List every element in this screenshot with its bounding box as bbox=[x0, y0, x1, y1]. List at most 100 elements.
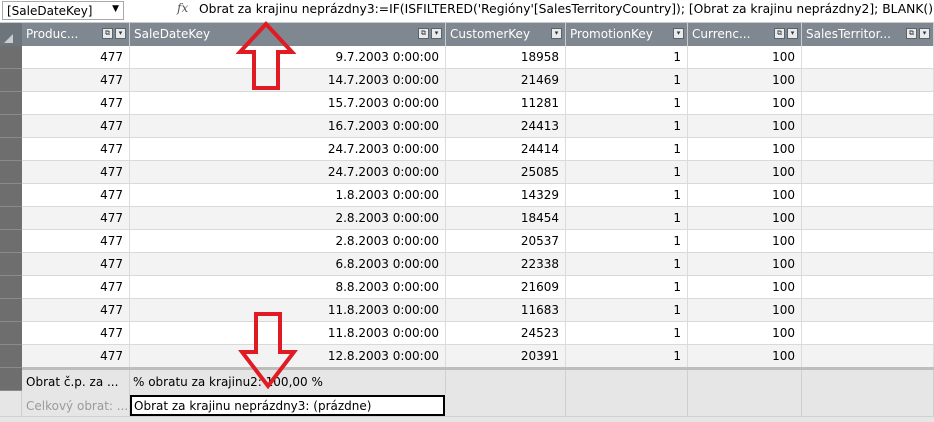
row-selector[interactable] bbox=[0, 299, 22, 322]
table-cell[interactable]: 16.7.2003 0:00:00 bbox=[130, 115, 446, 137]
column-header-currency[interactable]: Currenc... ⧉ ▾ bbox=[688, 23, 802, 46]
table-cell[interactable] bbox=[802, 115, 934, 137]
table-cell[interactable]: 100 bbox=[688, 184, 802, 206]
table-cell[interactable]: 1 bbox=[566, 322, 688, 344]
table-cell[interactable] bbox=[802, 184, 934, 206]
row-selector[interactable] bbox=[0, 46, 22, 69]
table-cell[interactable]: 1 bbox=[566, 115, 688, 137]
table-cell[interactable]: 8.8.2003 0:00:00 bbox=[130, 276, 446, 298]
table-cell[interactable] bbox=[802, 46, 934, 68]
table-cell[interactable]: 24523 bbox=[446, 322, 566, 344]
column-header-promotionkey[interactable]: PromotionKey ▾ bbox=[566, 23, 688, 46]
table-cell[interactable]: 100 bbox=[688, 69, 802, 91]
table-cell[interactable]: 1 bbox=[566, 207, 688, 229]
table-cell[interactable]: 21469 bbox=[446, 69, 566, 91]
table-cell[interactable]: 1 bbox=[566, 276, 688, 298]
measure-cell[interactable] bbox=[446, 394, 566, 418]
row-selector[interactable] bbox=[0, 253, 22, 276]
table-cell[interactable]: 11281 bbox=[446, 92, 566, 114]
measure-cell[interactable] bbox=[446, 370, 566, 394]
table-cell[interactable]: 11683 bbox=[446, 299, 566, 321]
table-cell[interactable]: 24.7.2003 0:00:00 bbox=[130, 138, 446, 160]
table-cell[interactable]: 2.8.2003 0:00:00 bbox=[130, 207, 446, 229]
table-row[interactable]: 477 9.7.2003 0:00:00 18958 1 100 bbox=[22, 46, 934, 69]
table-row[interactable]: 477 24.7.2003 0:00:00 25085 1 100 bbox=[22, 161, 934, 184]
table-cell[interactable] bbox=[802, 138, 934, 160]
measure-cell[interactable] bbox=[688, 370, 802, 394]
table-cell[interactable]: 100 bbox=[688, 322, 802, 344]
table-cell[interactable]: 100 bbox=[688, 92, 802, 114]
table-row[interactable]: 477 6.8.2003 0:00:00 22338 1 100 bbox=[22, 253, 934, 276]
selected-measure-cell[interactable]: Obrat za krajinu neprázdny3: (prázdne) bbox=[130, 395, 445, 416]
table-cell[interactable]: 1 bbox=[566, 69, 688, 91]
row-selector[interactable] bbox=[0, 69, 22, 92]
select-all-corner[interactable] bbox=[0, 23, 22, 46]
table-row[interactable]: 477 12.8.2003 0:00:00 20391 1 100 bbox=[22, 345, 934, 368]
row-selector[interactable] bbox=[0, 92, 22, 115]
table-cell[interactable]: 6.8.2003 0:00:00 bbox=[130, 253, 446, 275]
table-cell[interactable]: 18454 bbox=[446, 207, 566, 229]
table-cell[interactable]: 477 bbox=[22, 115, 130, 137]
row-selector[interactable] bbox=[0, 207, 22, 230]
filter-dropdown-icon[interactable]: ▾ bbox=[115, 28, 126, 39]
filter-dropdown-icon[interactable]: ▾ bbox=[551, 28, 562, 39]
table-cell[interactable]: 1 bbox=[566, 253, 688, 275]
table-cell[interactable]: 477 bbox=[22, 299, 130, 321]
formula-input[interactable]: Obrat za krajinu neprázdny3:=IF(ISFILTER… bbox=[199, 2, 934, 16]
row-selector[interactable] bbox=[0, 184, 22, 207]
table-cell[interactable]: 20391 bbox=[446, 345, 566, 367]
table-row[interactable]: 477 11.8.2003 0:00:00 11683 1 100 bbox=[22, 299, 934, 322]
table-cell[interactable]: 477 bbox=[22, 184, 130, 206]
table-cell[interactable]: 20537 bbox=[446, 230, 566, 252]
row-selector[interactable] bbox=[0, 230, 22, 253]
column-header-product[interactable]: Produc... ⧉ ▾ bbox=[22, 23, 130, 46]
row-selector[interactable] bbox=[0, 138, 22, 161]
table-cell[interactable]: 100 bbox=[688, 299, 802, 321]
table-cell[interactable]: 100 bbox=[688, 230, 802, 252]
measure-cell[interactable]: Celkový obrat: ... bbox=[22, 394, 130, 418]
table-cell[interactable]: 1 bbox=[566, 299, 688, 321]
table-cell[interactable]: 477 bbox=[22, 253, 130, 275]
measure-cell[interactable]: Obrat č.p. za ... bbox=[22, 370, 130, 394]
table-cell[interactable]: 2.8.2003 0:00:00 bbox=[130, 230, 446, 252]
table-cell[interactable] bbox=[802, 299, 934, 321]
table-cell[interactable]: 477 bbox=[22, 138, 130, 160]
table-cell[interactable]: 1 bbox=[566, 92, 688, 114]
table-cell[interactable]: 100 bbox=[688, 276, 802, 298]
table-cell[interactable]: 477 bbox=[22, 46, 130, 68]
table-row[interactable]: 477 15.7.2003 0:00:00 11281 1 100 bbox=[22, 92, 934, 115]
table-cell[interactable]: 1 bbox=[566, 230, 688, 252]
table-row[interactable]: 477 2.8.2003 0:00:00 20537 1 100 bbox=[22, 230, 934, 253]
table-cell[interactable]: 1 bbox=[566, 345, 688, 367]
measure-cell[interactable] bbox=[566, 370, 688, 394]
table-cell[interactable]: 24.7.2003 0:00:00 bbox=[130, 161, 446, 183]
table-row[interactable]: 477 2.8.2003 0:00:00 18454 1 100 bbox=[22, 207, 934, 230]
table-cell[interactable]: 100 bbox=[688, 161, 802, 183]
table-cell[interactable]: 100 bbox=[688, 207, 802, 229]
row-selector[interactable] bbox=[0, 115, 22, 138]
table-cell[interactable] bbox=[802, 69, 934, 91]
filter-dropdown-icon[interactable]: ▾ bbox=[787, 28, 798, 39]
row-selector[interactable] bbox=[0, 368, 22, 391]
table-cell[interactable]: 477 bbox=[22, 322, 130, 344]
measure-cell[interactable] bbox=[802, 370, 934, 394]
measure-cell[interactable] bbox=[688, 394, 802, 418]
filter-dropdown-icon[interactable]: ▾ bbox=[431, 28, 442, 39]
table-cell[interactable]: 100 bbox=[688, 115, 802, 137]
table-cell[interactable]: 1 bbox=[566, 46, 688, 68]
table-cell[interactable]: 477 bbox=[22, 69, 130, 91]
measure-cell[interactable] bbox=[802, 394, 934, 418]
table-cell[interactable]: 100 bbox=[688, 46, 802, 68]
table-cell[interactable]: 1.8.2003 0:00:00 bbox=[130, 184, 446, 206]
table-cell[interactable] bbox=[802, 322, 934, 344]
table-cell[interactable]: 24413 bbox=[446, 115, 566, 137]
table-cell[interactable] bbox=[802, 230, 934, 252]
table-cell[interactable] bbox=[802, 253, 934, 275]
row-selector[interactable] bbox=[0, 345, 22, 368]
table-cell[interactable]: 477 bbox=[22, 276, 130, 298]
table-cell[interactable] bbox=[802, 276, 934, 298]
table-cell[interactable]: 477 bbox=[22, 207, 130, 229]
table-cell[interactable]: 1 bbox=[566, 161, 688, 183]
table-cell[interactable]: 477 bbox=[22, 92, 130, 114]
filter-dropdown-icon[interactable]: ▾ bbox=[919, 28, 930, 39]
